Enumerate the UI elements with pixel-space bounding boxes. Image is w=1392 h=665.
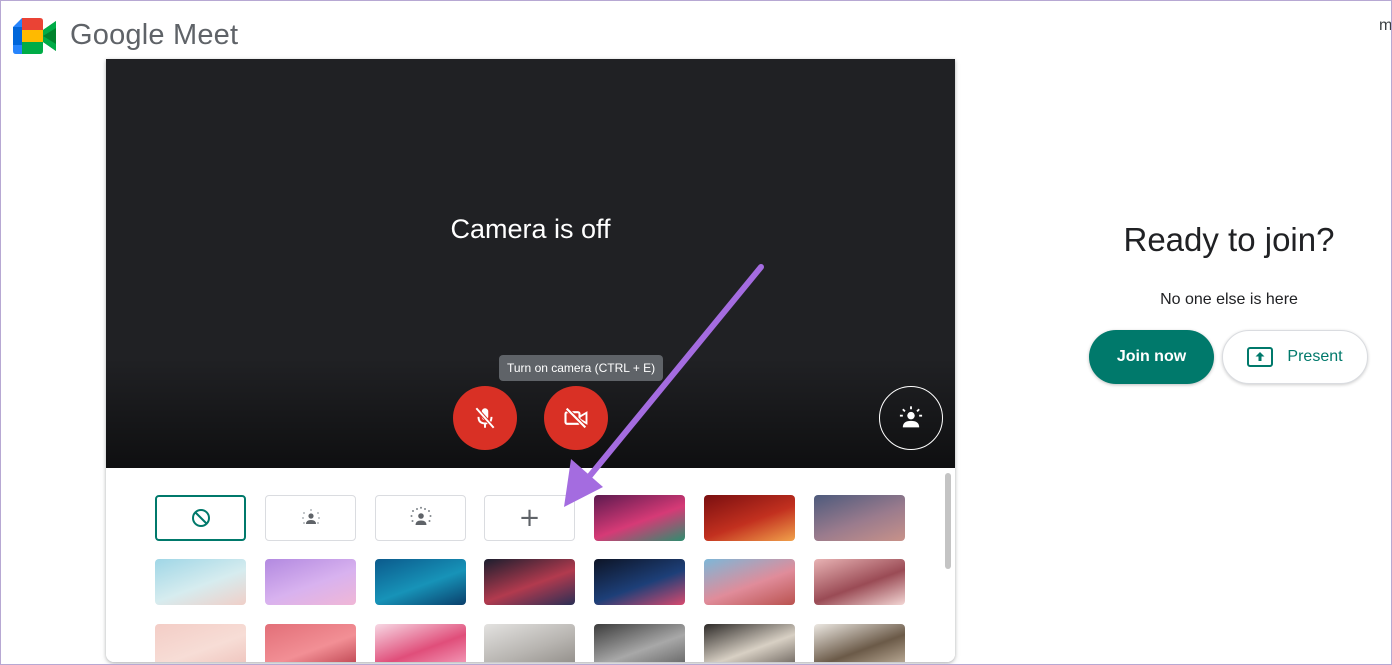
background-grey-interior[interactable] (594, 624, 685, 662)
app-title: Google Meet (70, 19, 239, 51)
join-now-button[interactable]: Join now (1089, 330, 1214, 384)
app-window: Google Meet m Camera is off Turn on came… (0, 0, 1392, 665)
camera-tooltip: Turn on camera (CTRL + E) (499, 355, 664, 381)
background-confetti[interactable] (375, 624, 466, 662)
background-fireworks[interactable] (594, 559, 685, 605)
ready-heading: Ready to join? (1123, 221, 1335, 258)
present-screen-icon (1247, 347, 1274, 367)
add-background-option[interactable]: + (484, 495, 575, 541)
participants-status: No one else is here (1160, 291, 1298, 308)
preview-card: Camera is off Turn on camera (CTRL + E) (106, 59, 955, 662)
background-pastel-clouds[interactable] (265, 559, 356, 605)
effects-panel: + (106, 468, 955, 662)
mic-toggle-button[interactable] (453, 386, 517, 450)
background-flower-field[interactable] (814, 559, 905, 605)
background-dusk-sky[interactable] (814, 495, 905, 541)
visual-effects-button[interactable] (879, 386, 943, 450)
background-red-grid[interactable] (265, 624, 356, 662)
mic-off-icon (474, 406, 496, 430)
background-red-lanterns[interactable] (704, 495, 795, 541)
camera-status-text: Camera is off (450, 214, 611, 244)
present-button[interactable]: Present (1222, 330, 1368, 384)
sparkle-person-icon (899, 406, 923, 428)
blur-option[interactable] (375, 495, 466, 541)
slight-blur-option[interactable] (265, 495, 356, 541)
plus-icon: + (518, 503, 541, 533)
background-bookshelf[interactable] (814, 624, 905, 662)
background-pink-blossoms[interactable] (704, 559, 795, 605)
background-nebula[interactable] (484, 559, 575, 605)
no-effect-option[interactable] (155, 495, 246, 541)
blur-icon (410, 506, 431, 525)
camera-toggle-button[interactable] (544, 386, 608, 450)
camera-off-icon (564, 407, 588, 429)
account-initial[interactable]: m (1379, 17, 1391, 35)
background-underwater[interactable] (375, 559, 466, 605)
background-beach[interactable] (155, 559, 246, 605)
google-meet-logo-icon (13, 18, 56, 54)
background-pink-speckle[interactable] (155, 624, 246, 662)
background-sunlit-room[interactable] (704, 624, 795, 662)
background-white-room[interactable] (484, 624, 575, 662)
background-festive-hall[interactable] (594, 495, 685, 541)
effects-scrollbar[interactable] (945, 473, 951, 569)
video-preview: Camera is off Turn on camera (CTRL + E) (106, 59, 955, 468)
slight-blur-icon (301, 509, 320, 524)
block-icon (191, 509, 210, 527)
present-label: Present (1287, 348, 1343, 365)
